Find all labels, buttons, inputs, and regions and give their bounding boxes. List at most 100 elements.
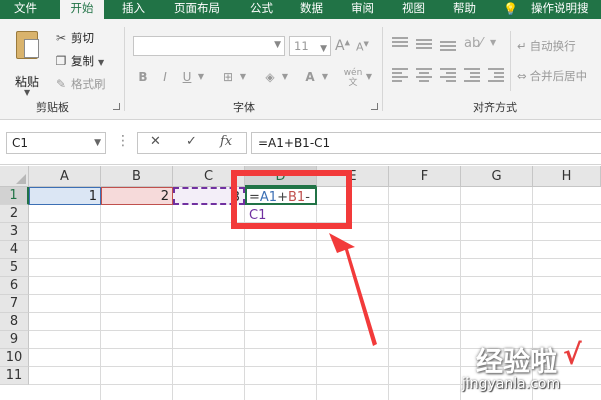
row-header-11[interactable]: 11 xyxy=(0,367,29,385)
gridline xyxy=(29,330,601,331)
bold-button[interactable]: B xyxy=(136,68,150,86)
chevron-down-icon[interactable]: ▼ xyxy=(94,133,101,153)
formula-bar: C1 ▼ ⋮ ✕ ✓ fx =A1+B1-C1 xyxy=(0,121,601,165)
wrap-text-icon: ↵ xyxy=(517,39,527,53)
column-header-f[interactable]: F xyxy=(389,166,461,187)
underline-button[interactable]: U xyxy=(180,68,194,86)
grow-font-icon[interactable]: A▲ xyxy=(335,38,350,54)
name-box[interactable]: C1 ▼ xyxy=(6,132,106,154)
paste-clipboard-icon xyxy=(16,31,39,59)
name-box-value: C1 xyxy=(12,136,29,150)
wrap-text-button[interactable]: ↵ 自动换行 xyxy=(517,38,576,54)
tab-page-layout[interactable]: 页面布局 xyxy=(170,0,224,19)
align-center-icon[interactable] xyxy=(416,68,432,82)
watermark-url: jingyanla.com xyxy=(462,376,561,392)
row-header-9[interactable]: 9 xyxy=(0,331,29,349)
shrink-font-icon[interactable]: A▼ xyxy=(356,40,369,54)
column-header-h[interactable]: H xyxy=(533,166,601,187)
chevron-down-icon[interactable]: ▼ xyxy=(98,58,104,67)
chevron-down-icon[interactable]: ▼ xyxy=(280,68,290,86)
align-bottom-icon[interactable] xyxy=(440,37,456,51)
align-middle-icon[interactable] xyxy=(416,37,432,51)
align-left-icon[interactable] xyxy=(392,68,408,82)
gridline xyxy=(29,240,601,241)
cell-b1[interactable]: 2 xyxy=(101,187,173,205)
merge-center-button[interactable]: ⇔ 合并后居中 xyxy=(517,68,587,84)
select-all-button[interactable] xyxy=(0,166,29,187)
row-header-7[interactable]: 7 xyxy=(0,295,29,313)
chevron-down-icon[interactable]: ▼ xyxy=(196,68,206,86)
lightbulb-icon[interactable]: 💡 xyxy=(503,2,518,16)
orientation-icon[interactable]: ab⁄ xyxy=(464,36,482,51)
watermark-text: 经验啦 xyxy=(476,347,557,378)
tab-data[interactable]: 数据 xyxy=(296,0,327,19)
tab-formulas[interactable]: 公式 xyxy=(246,0,277,19)
chevron-down-icon[interactable]: ▼ xyxy=(24,88,30,97)
format-painter-button[interactable]: ✎ 格式刷 xyxy=(54,75,106,93)
row-header-5[interactable]: 5 xyxy=(0,259,29,277)
group-divider xyxy=(124,27,125,111)
brush-icon: ✎ xyxy=(55,77,67,91)
chevron-down-icon[interactable]: ▼ xyxy=(238,68,248,86)
group-divider xyxy=(510,31,511,91)
font-name-select[interactable]: ▼ xyxy=(133,36,285,56)
formula-input[interactable]: =A1+B1-C1 xyxy=(251,132,601,154)
row-header-3[interactable]: 3 xyxy=(0,223,29,241)
annotation-highlight-box xyxy=(231,170,352,229)
row-header-8[interactable]: 8 xyxy=(0,313,29,331)
ribbon-home-panel: 粘贴 ▼ ✂ 剪切 ❐ 复制 ▼ ✎ 格式刷 剪贴板 ▼ 11 ▼ A▲ A▼ B I … xyxy=(0,19,601,120)
merge-label: 合并后居中 xyxy=(529,69,588,83)
row-header-10[interactable]: 10 xyxy=(0,349,29,367)
chevron-down-icon[interactable]: ▼ xyxy=(490,38,496,47)
font-group-label: 字体 xyxy=(233,101,255,114)
chevron-down-icon: ▼ xyxy=(274,40,281,50)
cancel-icon[interactable]: ✕ xyxy=(150,134,161,149)
insert-function-icon[interactable]: fx xyxy=(220,134,232,149)
ribbon-tab-bar: 文件 开始 插入 页面布局 公式 数据 审阅 视图 帮助 💡 操作说明搜索 xyxy=(0,0,601,32)
tab-file[interactable]: 文件 xyxy=(10,0,41,19)
format-painter-label: 格式刷 xyxy=(71,77,106,91)
row-header-6[interactable]: 6 xyxy=(0,277,29,295)
tab-review[interactable]: 审阅 xyxy=(347,0,378,19)
cut-label: 剪切 xyxy=(71,31,94,45)
cut-button[interactable]: ✂ 剪切 xyxy=(54,29,94,47)
column-header-b[interactable]: B xyxy=(101,166,173,187)
font-size-value: 11 xyxy=(294,39,309,53)
watermark-check-icon: √ xyxy=(563,338,582,371)
column-header-a[interactable]: A xyxy=(29,166,101,187)
chevron-down-icon[interactable]: ▼ xyxy=(364,68,374,86)
decrease-indent-icon[interactable] xyxy=(464,68,480,82)
align-right-icon[interactable] xyxy=(440,68,456,82)
tab-insert[interactable]: 插入 xyxy=(118,0,149,19)
tab-home[interactable]: 开始 xyxy=(60,0,104,19)
enter-icon[interactable]: ✓ xyxy=(186,134,197,149)
chevron-down-icon[interactable]: ▼ xyxy=(320,68,330,86)
column-header-g[interactable]: G xyxy=(461,166,533,187)
font-color-icon[interactable]: A xyxy=(302,68,318,86)
italic-button[interactable]: I xyxy=(158,68,172,86)
more-options-icon[interactable]: ⋮ xyxy=(116,133,130,149)
dialog-launcher-icon[interactable] xyxy=(371,103,378,110)
copy-button[interactable]: ❐ 复制 ▼ xyxy=(54,52,105,70)
alignment-group-label: 对齐方式 xyxy=(473,101,517,114)
dialog-launcher-icon[interactable] xyxy=(113,103,120,110)
merge-icon: ⇔ xyxy=(517,69,527,83)
fill-color-icon[interactable]: ◈ xyxy=(262,68,278,86)
align-top-icon[interactable] xyxy=(392,37,408,51)
group-divider xyxy=(382,27,383,111)
cell-a1[interactable]: 1 xyxy=(29,187,101,205)
border-icon[interactable]: ⊞ xyxy=(220,68,236,86)
phonetic-guide-icon[interactable]: wén 文 xyxy=(340,68,366,88)
gridline xyxy=(29,276,601,277)
increase-indent-icon[interactable] xyxy=(488,68,504,82)
row-header-1[interactable]: 1 xyxy=(0,187,29,205)
tell-me-search[interactable]: 操作说明搜索 xyxy=(527,0,601,32)
tab-help[interactable]: 帮助 xyxy=(449,0,480,19)
copy-label: 复制 xyxy=(71,54,94,68)
row-header-2[interactable]: 2 xyxy=(0,205,29,223)
paste-button[interactable]: 粘贴 ▼ xyxy=(10,27,44,97)
font-size-select[interactable]: 11 ▼ xyxy=(289,36,331,56)
gridline xyxy=(29,258,601,259)
row-header-4[interactable]: 4 xyxy=(0,241,29,259)
tab-view[interactable]: 视图 xyxy=(398,0,429,19)
